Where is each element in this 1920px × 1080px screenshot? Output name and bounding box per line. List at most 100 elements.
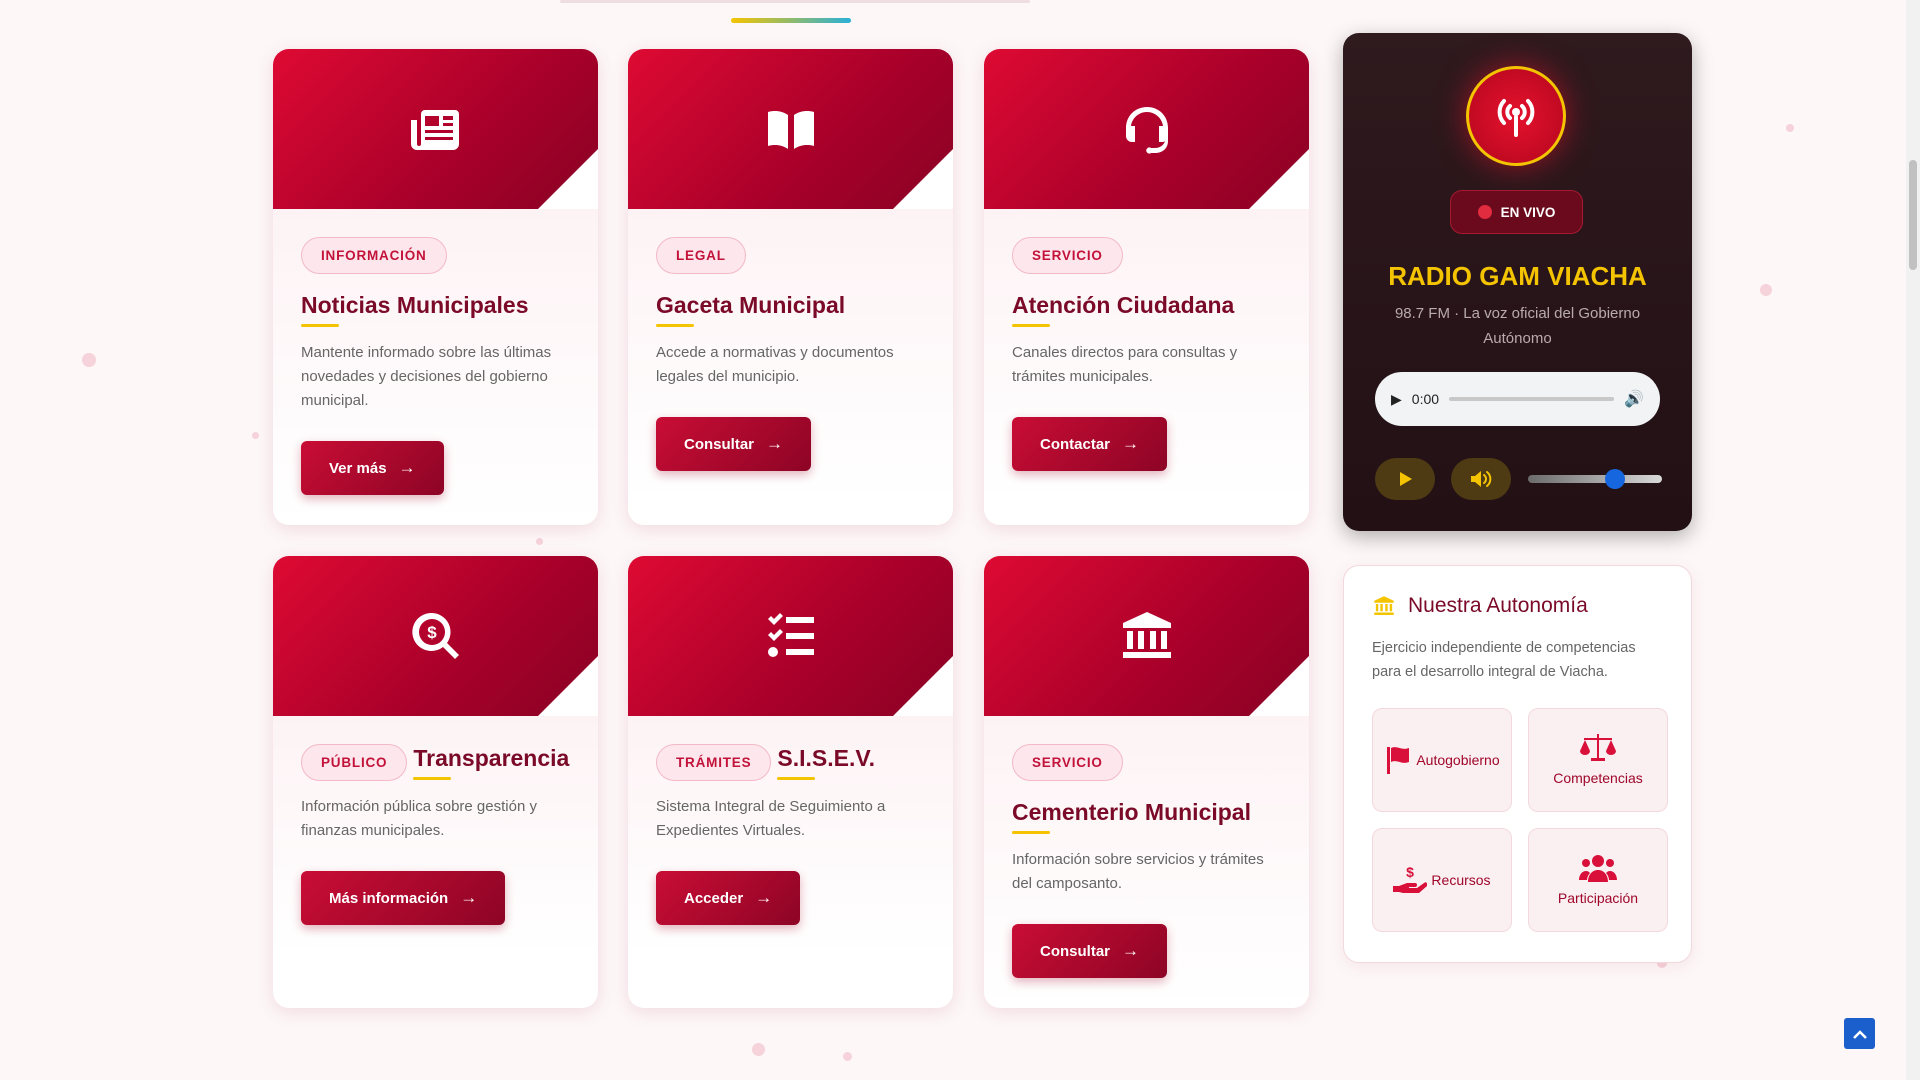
book-open-icon [767, 111, 814, 149]
category-badge: LEGAL [656, 237, 746, 274]
card-body: TRÁMITES S.I.S.E.V. Sistema Integral de … [628, 716, 953, 953]
play-button[interactable] [1375, 458, 1435, 500]
button-label: Ver más [329, 459, 387, 477]
card-header: $ [273, 556, 598, 716]
card-description: Información sobre servicios y trámites d… [1012, 851, 1264, 892]
audio-time: 0:00 [1411, 391, 1440, 407]
button-label: Consultar [684, 435, 755, 453]
landmark-icon [1122, 612, 1171, 658]
volume-slider[interactable] [1528, 469, 1662, 489]
arrow-right-icon: → [398, 458, 416, 477]
headset-icon [1125, 107, 1168, 154]
autonomy-item-label: Autogobierno [1416, 752, 1500, 768]
arrow-right-icon: → [766, 434, 784, 453]
card-header [984, 49, 1309, 209]
acceder-button[interactable]: Acceder → [656, 871, 801, 925]
decor-dot [1760, 284, 1772, 296]
decor-dot [843, 1052, 852, 1061]
radio-name: RADIO GAM VIACHA [1388, 261, 1647, 291]
autonomy-item-competencias[interactable]: Competencias [1528, 708, 1668, 812]
landmark-icon [1374, 596, 1394, 615]
card-header [273, 49, 598, 209]
tasks-icon [767, 613, 814, 657]
autonomy-description: Ejercicio independiente de competencias … [1372, 640, 1636, 680]
category-badge: INFORMACIÓN [301, 237, 447, 274]
card-transparencia: $ PÚBLICO Transparencia Información públ… [273, 556, 598, 1008]
autonomy-item-participacion[interactable]: Participación [1528, 828, 1668, 932]
card-gaceta: LEGAL Gaceta Municipal Accede a normativ… [628, 49, 953, 525]
card-header [628, 49, 953, 209]
arrow-right-icon: → [460, 888, 478, 907]
button-label: Contactar [1040, 435, 1111, 453]
card-body: LEGAL Gaceta Municipal Accede a normativ… [628, 209, 953, 499]
volume-icon [1471, 471, 1492, 487]
card-description: Sistema Integral de Seguimiento a Expedi… [656, 798, 886, 839]
ver-mas-button[interactable]: Ver más → [301, 441, 444, 495]
card-sisev: TRÁMITES S.I.S.E.V. Sistema Integral de … [628, 556, 953, 1008]
decor-dot [82, 353, 96, 367]
volume-button[interactable] [1451, 458, 1511, 500]
card-title: S.I.S.E.V. [777, 745, 875, 780]
button-label: Más información [329, 889, 449, 907]
flag-icon [1387, 747, 1410, 774]
category-badge: SERVICIO [1012, 237, 1123, 274]
broadcast-tower-icon [1466, 66, 1566, 166]
category-badge: PÚBLICO [301, 744, 408, 781]
button-label: Consultar [1040, 942, 1111, 960]
autonomy-panel: Nuestra Autonomía Ejercicio independient… [1343, 565, 1692, 963]
volume-slider-thumb[interactable] [1605, 469, 1626, 489]
newspaper-icon [410, 110, 459, 150]
users-icon [1579, 855, 1617, 882]
category-badge: TRÁMITES [656, 744, 772, 781]
card-cementerio: SERVICIO Cementerio Municipal Informació… [984, 556, 1309, 1008]
live-label: EN VIVO [1500, 204, 1556, 220]
arrow-right-icon: → [1122, 434, 1140, 453]
audio-player[interactable]: ▶ 0:00 🔊 [1375, 372, 1660, 426]
live-badge: EN VIVO [1450, 190, 1583, 234]
card-title: Transparencia [413, 745, 569, 780]
section-title-underline [731, 18, 851, 23]
autonomy-item-label: Competencias [1553, 770, 1643, 786]
decor-dot [1786, 124, 1794, 132]
section-title-remnant [560, 0, 1030, 3]
scroll-to-top-button[interactable] [1844, 1018, 1875, 1049]
mas-informacion-button[interactable]: Más información → [301, 871, 506, 925]
card-header [628, 556, 953, 716]
autonomy-item-label: Participación [1557, 890, 1639, 906]
consultar-button[interactable]: Consultar → [656, 417, 812, 471]
search-dollar-icon: $ [411, 612, 459, 659]
volume-icon[interactable]: 🔊 [1624, 389, 1644, 409]
consultar-button[interactable]: Consultar → [1012, 924, 1168, 978]
svg-text:$: $ [1407, 864, 1415, 880]
hand-holding-dollar-icon: $ [1393, 864, 1428, 893]
autonomy-item-autogobierno[interactable]: Autogobierno [1372, 708, 1512, 812]
radio-widget: EN VIVO RADIO GAM VIACHA 98.7 FM · La vo… [1343, 33, 1692, 531]
card-title: Noticias Municipales [301, 292, 529, 327]
contactar-button[interactable]: Contactar → [1012, 417, 1168, 471]
card-description: Información pública sobre gestión y fina… [301, 798, 537, 839]
card-description: Mantente informado sobre las últimas nov… [301, 344, 552, 409]
card-body: SERVICIO Cementerio Municipal Informació… [984, 716, 1309, 1006]
audio-progress[interactable] [1449, 397, 1615, 401]
play-icon [1400, 472, 1412, 486]
balance-scale-icon [1580, 734, 1616, 761]
scrollbar[interactable] [1906, 0, 1920, 1080]
card-atencion: SERVICIO Atención Ciudadana Canales dire… [984, 49, 1309, 525]
decor-dot [752, 1043, 765, 1056]
card-header [984, 556, 1309, 716]
arrow-right-icon: → [1122, 941, 1140, 960]
card-noticias: INFORMACIÓN Noticias Municipales Mantent… [273, 49, 598, 525]
scrollbar-thumb[interactable] [1909, 160, 1917, 270]
card-description: Canales directos para consultas y trámit… [1012, 344, 1238, 385]
play-icon[interactable]: ▶ [1391, 391, 1402, 408]
card-title: Atención Ciudadana [1012, 292, 1234, 327]
card-title: Cementerio Municipal [1012, 799, 1251, 834]
arrow-right-icon: → [755, 888, 773, 907]
radio-subtitle: 98.7 FM · La voz oficial del Gobierno Au… [1394, 305, 1641, 347]
decor-dot [252, 432, 259, 439]
svg-text:$: $ [427, 623, 437, 642]
chevron-up-icon [1852, 1029, 1867, 1039]
autonomy-item-recursos[interactable]: $ Recursos [1372, 828, 1512, 932]
card-body: INFORMACIÓN Noticias Municipales Mantent… [273, 209, 598, 523]
autonomy-title: Nuestra Autonomía [1408, 594, 1588, 617]
